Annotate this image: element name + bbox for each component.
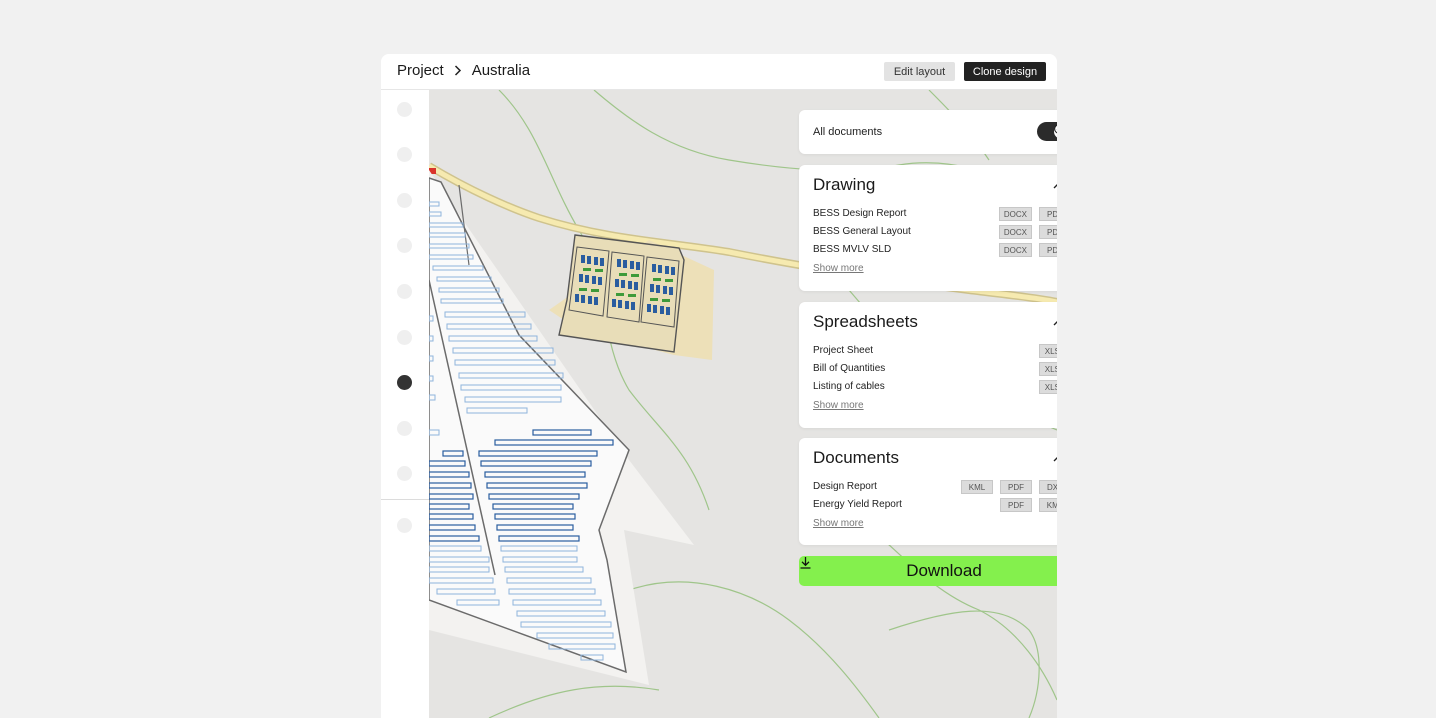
step-dot[interactable]	[397, 421, 412, 436]
format-pdf-button[interactable]: PDF	[1000, 498, 1032, 512]
format-pdf-button[interactable]: PDF	[1039, 225, 1057, 239]
format-xlsx-button[interactable]: XLSX	[1039, 380, 1057, 394]
step-dot[interactable]	[397, 147, 412, 162]
document-name: BESS Design Report	[813, 208, 907, 219]
step-dot[interactable]	[397, 466, 412, 481]
document-row: Listing of cables XLSX	[813, 380, 1057, 396]
format-pdf-button[interactable]: PDF	[1039, 207, 1057, 221]
contour-line	[628, 581, 880, 718]
sidebar-divider	[381, 499, 429, 500]
step-dot[interactable]	[397, 518, 412, 533]
check-icon	[1054, 124, 1057, 139]
step-dot[interactable]	[397, 238, 412, 253]
document-row: Bill of Quantities XLSX	[813, 362, 1057, 378]
document-name: Project Sheet	[813, 345, 874, 356]
step-dot[interactable]	[397, 284, 412, 299]
format-xlsx-button[interactable]: XLSX	[1039, 344, 1057, 358]
show-more-link[interactable]: Show more	[813, 263, 864, 274]
breadcrumb-project[interactable]: Project	[397, 62, 444, 79]
app-window: Project Australia Edit layout Clone desi…	[381, 54, 1057, 718]
contour-line	[888, 610, 1040, 718]
format-kml-button[interactable]: KML	[961, 480, 993, 494]
document-name: BESS MVLV SLD	[813, 244, 892, 255]
section-title: Spreadsheets	[813, 312, 918, 331]
document-row: Design Report KML PDF DXF	[813, 480, 1057, 496]
step-dot[interactable]	[397, 193, 412, 208]
spreadsheets-section: Spreadsheets Project Sheet XLSX Bill of …	[799, 302, 1057, 428]
all-documents-card: All documents	[799, 110, 1057, 154]
download-label: Download	[906, 561, 982, 580]
show-more-link[interactable]: Show more	[813, 400, 864, 411]
all-documents-label: All documents	[813, 126, 883, 138]
map-canvas[interactable]: All documents Drawing BESS Design Report…	[429, 90, 1057, 718]
document-row: Project Sheet XLSX	[813, 344, 1057, 360]
format-kml-button[interactable]: KML	[1039, 498, 1057, 512]
document-row: Energy Yield Report PDF KML	[813, 498, 1057, 514]
document-row: BESS General Layout DOCX PDF	[813, 225, 1057, 241]
document-name: Bill of Quantities	[813, 363, 886, 374]
format-dxf-button[interactable]: DXF	[1039, 480, 1057, 494]
section-title: Documents	[813, 448, 899, 467]
document-row: BESS Design Report DOCX PDF	[813, 207, 1057, 223]
document-name: Listing of cables	[813, 381, 885, 392]
step-sidebar	[381, 90, 429, 718]
breadcrumb: Project Australia	[397, 62, 530, 79]
top-bar: Project Australia Edit layout Clone desi…	[381, 54, 1057, 90]
format-pdf-button[interactable]: PDF	[1039, 243, 1057, 257]
step-dot-active[interactable]	[397, 375, 412, 390]
format-docx-button[interactable]: DOCX	[998, 225, 1032, 239]
document-row: BESS MVLV SLD DOCX PDF	[813, 243, 1057, 259]
document-name: Energy Yield Report	[813, 499, 902, 510]
documents-section: Documents Design Report KML PDF DXF Ener…	[799, 438, 1057, 545]
contour-line	[488, 685, 660, 718]
document-name: Design Report	[813, 481, 877, 492]
breadcrumb-current: Australia	[471, 62, 531, 79]
format-pdf-button[interactable]: PDF	[1000, 480, 1032, 494]
drawing-section: Drawing BESS Design Report DOCX PDF BESS…	[799, 165, 1057, 291]
step-dot[interactable]	[397, 330, 412, 345]
chevron-right-icon	[454, 65, 462, 76]
step-dot[interactable]	[397, 102, 412, 117]
format-docx-button[interactable]: DOCX	[998, 243, 1032, 257]
format-docx-button[interactable]: DOCX	[998, 207, 1032, 221]
clone-design-button[interactable]: Clone design	[964, 62, 1046, 81]
edit-layout-button[interactable]: Edit layout	[884, 62, 955, 81]
format-xlsx-button[interactable]: XLSX	[1039, 362, 1057, 376]
all-documents-toggle[interactable]	[1037, 122, 1057, 141]
document-name: BESS General Layout	[813, 226, 911, 237]
section-title: Drawing	[813, 175, 876, 194]
show-more-link[interactable]: Show more	[813, 518, 864, 529]
download-button[interactable]: Download	[799, 556, 1057, 586]
